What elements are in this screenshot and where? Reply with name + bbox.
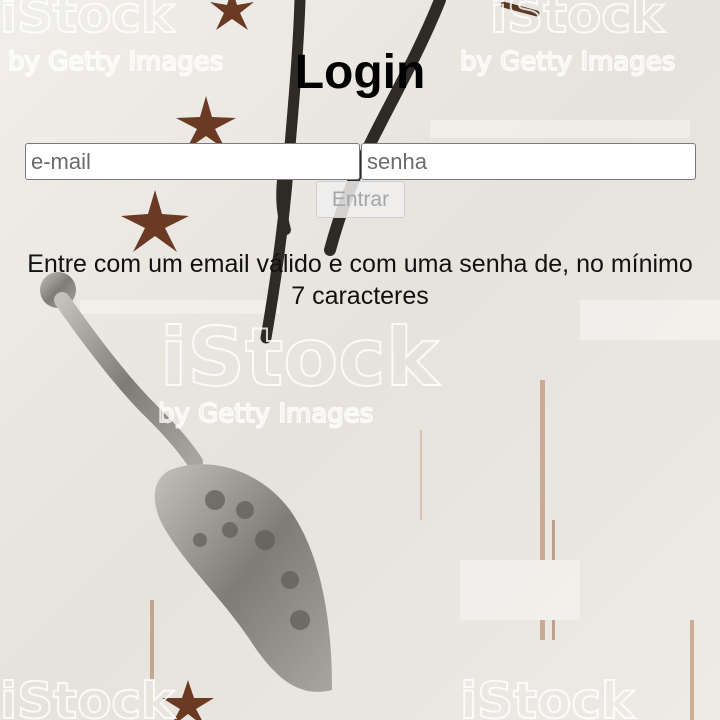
login-screen: Login Entrar Entre com um email válido e… [0, 0, 720, 720]
password-field[interactable] [361, 143, 696, 180]
email-field[interactable] [25, 143, 360, 180]
submit-button[interactable]: Entrar [316, 181, 405, 218]
page-title: Login [294, 46, 426, 99]
validation-message: Entre com um email válido e com uma senh… [27, 250, 693, 310]
